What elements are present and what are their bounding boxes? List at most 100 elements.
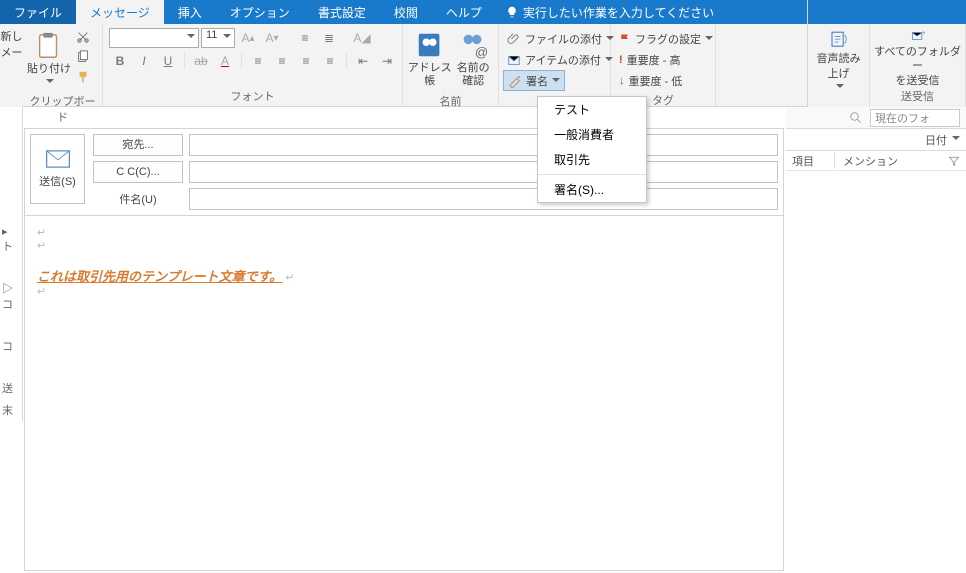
attach-item-icon: [507, 53, 521, 67]
filter-icon[interactable]: [948, 155, 960, 167]
nav-item-3[interactable]: コ: [0, 335, 22, 357]
subheader: 現在のフォ: [786, 107, 966, 129]
group-label-clipboard: クリップボード: [27, 92, 98, 127]
cut-button[interactable]: [73, 28, 93, 46]
dropdown-icon: [705, 36, 713, 44]
sort-date[interactable]: 日付: [925, 132, 960, 148]
paste-label: 貼り付け: [27, 63, 71, 76]
bold-button[interactable]: B: [109, 51, 131, 71]
read-aloud-icon: [826, 28, 852, 50]
read-aloud-button[interactable]: 音声読み 上げ: [808, 24, 870, 107]
send-receive-button[interactable]: すべてのフォルダー を送受信 送受信: [870, 24, 966, 107]
to-input[interactable]: [189, 134, 778, 156]
tab-insert[interactable]: 挿入: [164, 0, 216, 24]
dropdown-icon: [46, 79, 54, 87]
italic-button[interactable]: I: [133, 51, 155, 71]
address-book-button[interactable]: アドレス帳: [407, 26, 452, 92]
numbering-button[interactable]: ≣: [318, 28, 340, 48]
search-input[interactable]: 現在のフォ: [870, 109, 960, 127]
importance-high-button[interactable]: ! 重要度 - 高: [615, 49, 684, 70]
to-button[interactable]: 宛先...: [93, 134, 183, 156]
return-mark: ↵: [37, 285, 771, 298]
indent-right-button[interactable]: ⇥: [376, 51, 398, 71]
read-aloud-label: 音声読み 上げ: [817, 52, 861, 81]
nav-item-5[interactable]: 末: [0, 399, 22, 421]
font-name-select[interactable]: [109, 28, 199, 48]
message-body[interactable]: ↵ ↵ これは取引先用のテンプレート文章です。 ↵ ↵: [24, 216, 784, 571]
signature-menu: テスト 一般消費者 取引先 署名(S)...: [537, 96, 647, 203]
tab-options[interactable]: オプション: [216, 0, 304, 24]
attach-item-button[interactable]: アイテムの添付: [503, 49, 617, 70]
signature-label: 署名: [526, 73, 548, 89]
sig-item-consumer[interactable]: 一般消費者: [538, 122, 646, 147]
subject-input[interactable]: [189, 188, 778, 210]
font-size-select[interactable]: 11: [201, 28, 235, 48]
flag-button[interactable]: フラグの設定: [615, 28, 717, 49]
underline-button[interactable]: U: [157, 51, 179, 71]
group-tag: フラグの設定 ! 重要度 - 高 ↓ 重要度 - 低 タグ: [611, 24, 716, 106]
sig-item-manage[interactable]: 署名(S)...: [538, 177, 646, 202]
group-names: アドレス帳 @ 名前の 確認 名前: [403, 24, 499, 106]
search-icon: [850, 112, 862, 124]
col-mention[interactable]: メンション: [834, 153, 898, 169]
lightbulb-icon: [506, 6, 518, 18]
group-font: 11 A▴ A▾ ≡ ≣ A◢ B I U ab A ≡ ≡ ≡ ≡: [103, 24, 403, 106]
send-button[interactable]: 送信(S): [30, 134, 85, 204]
brush-icon: [76, 70, 90, 84]
attach-file-label: ファイルの添付: [525, 31, 602, 47]
dropdown-icon: [836, 84, 844, 92]
sig-item-test[interactable]: テスト: [538, 97, 646, 122]
tab-file[interactable]: ファイル: [0, 0, 76, 24]
shrink-font-button[interactable]: A▾: [261, 28, 283, 48]
format-painter-button[interactable]: [73, 68, 93, 86]
check-names-button[interactable]: @ 名前の 確認: [452, 26, 494, 92]
tab-message[interactable]: メッセージ: [76, 0, 164, 24]
paste-button[interactable]: 貼り付け: [27, 26, 71, 92]
indent-left-button[interactable]: ⇤: [352, 51, 374, 71]
font-color-button[interactable]: A: [214, 51, 236, 71]
signature-button[interactable]: 署名: [503, 70, 565, 91]
align-center-button[interactable]: ≡: [271, 51, 293, 71]
trunc-l2: メー: [1, 44, 23, 60]
sig-item-business[interactable]: 取引先: [538, 147, 646, 172]
left-truncated-group: 新し メー: [0, 24, 23, 107]
strike-button[interactable]: ab: [190, 51, 212, 71]
grow-font-button[interactable]: A▴: [237, 28, 259, 48]
subject-label: 件名(U): [93, 191, 183, 207]
paste-icon: [34, 31, 64, 61]
address-book-icon: [415, 30, 445, 60]
copy-button[interactable]: [73, 48, 93, 66]
trunc-l1: 新し: [1, 28, 23, 44]
tab-review[interactable]: 校閲: [380, 0, 432, 24]
align-right-button[interactable]: ≡: [295, 51, 317, 71]
cc-button[interactable]: C C(C)...: [93, 161, 183, 183]
svg-text:@: @: [475, 44, 488, 59]
right-ribbon-area: 音声読み 上げ すべてのフォルダー を送受信 送受信: [807, 0, 966, 107]
align-left-button[interactable]: ≡: [247, 51, 269, 71]
col-item[interactable]: 項目: [792, 153, 814, 169]
importance-low-button[interactable]: ↓ 重要度 - 低: [615, 70, 686, 91]
bullets-button[interactable]: ≡: [294, 28, 316, 48]
return-mark: ↵: [282, 272, 294, 284]
menu-separator: [538, 174, 646, 175]
sort-bar: 日付: [786, 129, 966, 151]
nav-item-2[interactable]: ▷ コ: [0, 277, 22, 315]
return-mark: ↵: [37, 226, 771, 239]
cc-input[interactable]: [189, 161, 778, 183]
group-attach: ファイルの添付 アイテムの添付 署名: [499, 24, 611, 106]
nav-item-4[interactable]: 送: [0, 377, 22, 399]
tab-format[interactable]: 書式設定: [304, 0, 380, 24]
copy-icon: [76, 50, 90, 64]
clear-format-button[interactable]: A◢: [351, 28, 373, 48]
tell-me[interactable]: 実行したい作業を入力してください: [496, 0, 724, 24]
send-receive-icon: [905, 28, 931, 43]
nav-item-1[interactable]: ▸ ト: [0, 222, 22, 257]
tell-me-label: 実行したい作業を入力してください: [523, 4, 714, 21]
justify-button[interactable]: ≡: [319, 51, 341, 71]
check-names-label: 名前の 確認: [457, 62, 490, 88]
tab-help[interactable]: ヘルプ: [432, 0, 496, 24]
send-receive-label: すべてのフォルダー を送受信: [870, 45, 965, 88]
signature-icon: [508, 74, 522, 88]
dropdown-icon: [952, 136, 960, 144]
attach-file-button[interactable]: ファイルの添付: [503, 28, 618, 49]
